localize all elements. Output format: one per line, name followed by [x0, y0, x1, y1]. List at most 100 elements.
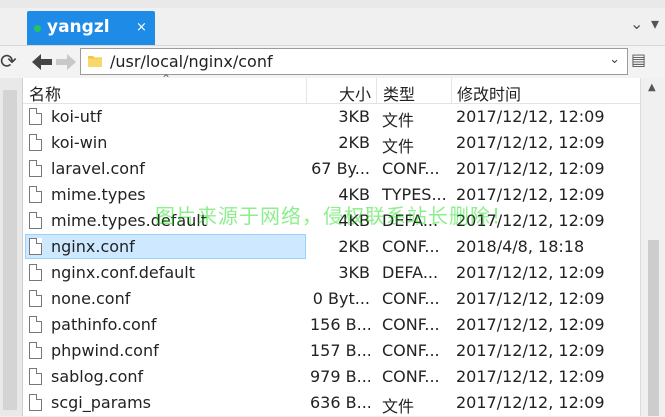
file-size: 67 By...: [311, 159, 370, 178]
file-name: nginx.conf.default: [51, 263, 196, 282]
table-row[interactable]: mime.types 4KB TYPES... 2017/12/12, 12:09: [23, 182, 640, 208]
toolbar-options-icon[interactable]: ▤: [631, 50, 646, 69]
chevron-down-icon[interactable]: ⌄: [609, 52, 620, 67]
table-row[interactable]: koi-utf 3KB 文件 2017/12/12, 12:09: [23, 104, 640, 130]
address-path[interactable]: /usr/local/nginx/conf: [110, 52, 273, 71]
forward-arrow-icon: [56, 54, 76, 70]
file-type: DEFA...: [382, 211, 439, 230]
file-type: 文件: [382, 137, 415, 156]
file-type: CONF...: [382, 289, 440, 308]
table-row[interactable]: phpwind.conf 157 B... CONF... 2017/12/12, 1…: [23, 338, 640, 364]
file-icon: [29, 186, 42, 203]
file-modified: 2017/12/12, 12:09: [456, 263, 605, 282]
column-header-modified[interactable]: 修改时间: [457, 81, 521, 105]
column-header-type[interactable]: 类型: [383, 81, 415, 105]
file-modified: 2017/12/12, 12:09: [456, 185, 605, 204]
file-name: mime.types.default: [51, 211, 208, 230]
file-icon: [29, 212, 42, 229]
left-panel-scrollbar[interactable]: [0, 78, 23, 416]
file-size: 4KB: [338, 211, 370, 230]
scroll-thumb[interactable]: [648, 240, 659, 416]
refresh-icon[interactable]: ⟳: [0, 49, 22, 73]
file-icon: [29, 290, 42, 307]
file-type: CONF...: [382, 367, 440, 386]
folder-icon: [88, 56, 102, 67]
table-row[interactable]: nginx.conf.default 3KB DEFA... 2017/12/12, …: [23, 260, 640, 286]
file-modified: 2017/12/12, 12:09: [456, 159, 605, 178]
file-type: DEFA...: [382, 263, 439, 282]
file-type: 文件: [382, 111, 415, 130]
window-top-strip: [0, 0, 665, 8]
vertical-scrollbar[interactable]: ▲: [640, 78, 665, 416]
scroll-up-icon[interactable]: ▲: [648, 82, 656, 93]
file-name: nginx.conf: [51, 237, 135, 256]
column-separator[interactable]: [451, 78, 452, 103]
file-icon: [29, 160, 42, 177]
left-scroll-thumb[interactable]: [3, 90, 17, 410]
file-size: 3KB: [338, 107, 370, 126]
file-type: CONF...: [382, 315, 440, 334]
tab-menu-icon[interactable]: ▾: [651, 14, 659, 33]
file-modified: 2017/12/12, 12:09: [456, 393, 605, 412]
table-row[interactable]: pathinfo.conf 156 B... CONF... 2017/12/12, …: [23, 312, 640, 338]
file-list: ⌃ 名称 大小 类型 修改时间 koi-utf 3KB 文件 2017/12/12, …: [23, 72, 640, 416]
sort-up-icon: ⌃: [161, 72, 172, 86]
file-name: koi-utf: [51, 107, 102, 126]
file-name: pathinfo.conf: [51, 315, 157, 334]
file-size: 4KB: [338, 185, 370, 204]
table-row[interactable]: mime.types.default 4KB DEFA... 2017/12/12, …: [23, 208, 640, 234]
table-row[interactable]: nginx.conf 2KB CONF... 2018/4/8, 18:18: [23, 234, 640, 260]
table-row[interactable]: sablog.conf 979 B... CONF... 2017/12/12, 12…: [23, 364, 640, 390]
minimize-icon[interactable]: ⌄: [630, 14, 643, 33]
file-type: CONF...: [382, 159, 440, 178]
file-icon: [29, 108, 42, 125]
session-tab[interactable]: yangzl ×: [27, 11, 155, 45]
file-modified: 2017/12/12, 12:09: [456, 341, 605, 360]
table-row[interactable]: koi-win 2KB 文件 2017/12/12, 12:09: [23, 130, 640, 156]
file-name: mime.types: [51, 185, 146, 204]
file-size: 979 B...: [310, 367, 370, 386]
file-name: sablog.conf: [51, 367, 144, 386]
file-icon: [29, 342, 42, 359]
file-type: TYPES...: [382, 185, 447, 204]
close-icon[interactable]: ×: [136, 20, 147, 35]
file-name: phpwind.conf: [51, 341, 159, 360]
file-name: none.conf: [51, 289, 131, 308]
file-modified: 2017/12/12, 12:09: [456, 107, 605, 126]
file-icon: [29, 316, 42, 333]
file-size: 636 B...: [310, 393, 370, 412]
file-size: 2KB: [338, 133, 370, 152]
file-type: 文件: [382, 397, 415, 416]
file-modified: 2017/12/12, 12:09: [456, 133, 605, 152]
file-icon: [29, 134, 42, 151]
file-name: scgi_params: [51, 393, 151, 412]
file-icon: [29, 264, 42, 281]
file-size: 157 B...: [310, 341, 370, 360]
file-size: 2KB: [338, 237, 370, 256]
file-modified: 2017/12/12, 12:09: [456, 367, 605, 386]
column-header-name[interactable]: 名称: [29, 81, 61, 105]
toolbar: ⟳ /usr/local/nginx/conf ⌄ ▤: [0, 45, 665, 79]
file-list-header: ⌃ 名称 大小 类型 修改时间: [23, 72, 640, 105]
address-bar[interactable]: /usr/local/nginx/conf ⌄: [80, 48, 628, 75]
table-row[interactable]: none.conf 0 Byt... CONF... 2017/12/12, 12:0…: [23, 286, 640, 312]
file-modified: 2017/12/12, 12:09: [456, 315, 605, 334]
session-tab-label: yangzl: [47, 17, 110, 37]
connected-status-icon: [34, 25, 41, 32]
file-modified: 2017/12/12, 12:09: [456, 211, 605, 230]
table-row[interactable]: laravel.conf 67 By... CONF... 2017/12/12, 1…: [23, 156, 640, 182]
file-size: 156 B...: [310, 315, 370, 334]
file-icon: [29, 238, 42, 255]
table-row[interactable]: scgi_params 636 B... 文件 2017/12/12, 12:09: [23, 390, 640, 416]
file-type: CONF...: [382, 237, 440, 256]
back-arrow-icon: [32, 54, 52, 70]
file-type: CONF...: [382, 341, 440, 360]
file-size: 0 Byt...: [312, 289, 370, 308]
column-header-size[interactable]: 大小: [339, 81, 371, 105]
file-size: 3KB: [338, 263, 370, 282]
file-name: koi-win: [51, 133, 108, 152]
file-icon: [29, 368, 42, 385]
back-forward-nav[interactable]: [30, 50, 78, 74]
column-separator[interactable]: [376, 78, 377, 103]
column-separator[interactable]: [306, 78, 307, 103]
